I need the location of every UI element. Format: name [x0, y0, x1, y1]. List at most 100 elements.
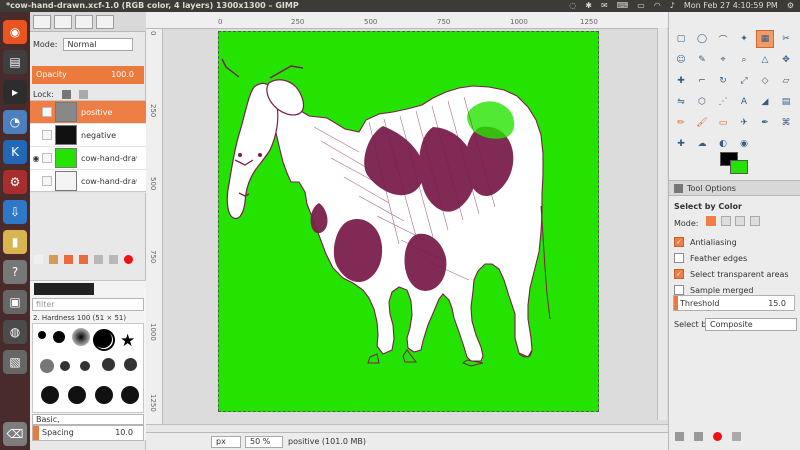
zoom-icon[interactable]: ⌕	[735, 51, 753, 69]
chain-toggle-icon[interactable]	[42, 153, 52, 163]
heal-icon[interactable]: ✚	[672, 135, 690, 153]
clone-icon[interactable]: ⌘	[777, 114, 795, 132]
eraser-icon[interactable]: ▭	[714, 114, 732, 132]
restore-options-icon[interactable]	[694, 432, 703, 441]
mode-select[interactable]: Normal	[62, 37, 133, 51]
mail-icon[interactable]: ✉	[601, 0, 608, 12]
color-picker-icon[interactable]: ⌖	[714, 51, 732, 69]
subtract-mode-icon[interactable]	[735, 216, 746, 226]
lasso-icon[interactable]: ⌒	[714, 30, 732, 48]
brush-preview[interactable]	[60, 361, 70, 371]
antialias-option[interactable]: ✓ Antialiasing	[674, 235, 796, 249]
network-icon[interactable]: ◌	[569, 0, 576, 12]
settings-icon[interactable]: ⚙	[3, 170, 27, 194]
brush-preview[interactable]	[95, 386, 113, 404]
perspective-icon[interactable]: ▱	[777, 72, 795, 90]
rect-select-icon[interactable]: ▢	[672, 30, 690, 48]
layer-group-icon[interactable]	[49, 255, 58, 264]
lock-pixels-icon[interactable]	[61, 89, 71, 99]
ubuntu-logo-icon[interactable]: ◉	[3, 20, 27, 44]
feather-option[interactable]: Feather edges	[674, 251, 796, 265]
layer-row[interactable]: cow-hand-drawn.	[30, 170, 146, 193]
measure-icon[interactable]: △	[756, 51, 774, 69]
chain-toggle-icon[interactable]	[42, 130, 52, 140]
rotate-icon[interactable]: ↻	[714, 72, 732, 90]
layer-row[interactable]: negative	[30, 124, 146, 147]
foreground-select-icon[interactable]: ☺	[672, 51, 690, 69]
blur-icon[interactable]: ◉	[735, 135, 753, 153]
brush-preview[interactable]	[41, 386, 59, 404]
intersect-mode-icon[interactable]	[749, 216, 760, 226]
visibility-toggle-icon[interactable]	[30, 101, 42, 123]
align-icon[interactable]: ✚	[672, 72, 690, 90]
chain-toggle-icon[interactable]	[42, 176, 52, 186]
visibility-toggle-icon[interactable]	[30, 124, 42, 146]
brush-preview[interactable]	[38, 331, 46, 339]
ink-icon[interactable]: ✒	[756, 114, 774, 132]
zoom-select[interactable]: 50 %	[245, 436, 283, 448]
layer-row[interactable]: ◉ cow-hand-drawn.	[30, 147, 146, 170]
antialias-checkbox[interactable]: ✓	[674, 237, 684, 247]
volume-icon[interactable]: ♪	[670, 0, 675, 12]
spacing-slider[interactable]: Spacing 10.0	[32, 425, 144, 441]
brush-preview[interactable]	[121, 386, 139, 404]
scale-icon[interactable]: ⤢	[735, 72, 753, 90]
gradient-icon[interactable]: ▤	[777, 93, 795, 111]
pencil-icon[interactable]: ✏	[672, 114, 690, 132]
bucket-fill-icon[interactable]: ◢	[756, 93, 774, 111]
add-mode-icon[interactable]	[720, 216, 731, 226]
select-by-dropdown[interactable]: Composite	[705, 318, 797, 331]
chain-toggle-icon[interactable]	[42, 107, 52, 117]
kdenlive-icon[interactable]: K	[3, 140, 27, 164]
battery-icon[interactable]: ▭	[637, 0, 645, 12]
brush-tab-icons[interactable]	[34, 283, 94, 295]
tab-paths[interactable]	[75, 15, 93, 29]
keyboard-icon[interactable]: ⌨	[617, 0, 629, 12]
duplicate-layer-icon[interactable]	[94, 255, 103, 264]
notes-icon[interactable]: ▮	[3, 230, 27, 254]
brush-preview[interactable]	[68, 386, 86, 404]
bluetooth-icon[interactable]: ✱	[585, 0, 592, 12]
threshold-slider[interactable]: Threshold 15.0	[673, 295, 795, 311]
sample-merged-checkbox[interactable]	[674, 285, 684, 295]
browser-icon[interactable]: ◔	[3, 110, 27, 134]
tab-history[interactable]	[96, 15, 114, 29]
gear-icon[interactable]: ⚙	[787, 0, 794, 12]
feather-checkbox[interactable]	[674, 253, 684, 263]
brush-preview[interactable]	[124, 358, 137, 371]
transparent-areas-checkbox[interactable]: ✓	[674, 269, 684, 279]
wifi-icon[interactable]: ◠	[654, 0, 661, 12]
background-color[interactable]	[730, 160, 748, 174]
brush-preview[interactable]	[102, 358, 115, 371]
airbrush-icon[interactable]: ✈	[735, 114, 753, 132]
tab-layers[interactable]	[33, 15, 51, 29]
ellipse-select-icon[interactable]: ◯	[693, 30, 711, 48]
tool-options-tab[interactable]: Tool Options	[669, 180, 800, 196]
save-options-icon[interactable]	[675, 432, 684, 441]
opacity-value[interactable]: 100.0	[111, 66, 134, 84]
brush-preset-select[interactable]: Basic,	[32, 414, 144, 425]
terminal-icon[interactable]: ▸	[3, 80, 27, 104]
paintbrush-icon[interactable]: 🖌	[693, 114, 711, 132]
discord-icon[interactable]: ◍	[3, 320, 27, 344]
reset-options-icon[interactable]	[732, 432, 741, 441]
move-icon[interactable]: ✥	[777, 51, 795, 69]
tab-channels[interactable]	[54, 15, 72, 29]
anchor-layer-icon[interactable]	[109, 255, 118, 264]
files-icon[interactable]: ▤	[3, 50, 27, 74]
cage-icon[interactable]: ⬡	[693, 93, 711, 111]
spacing-value[interactable]: 10.0	[115, 428, 133, 437]
star-brush-icon[interactable]: ★	[120, 331, 135, 351]
color-swatches[interactable]	[720, 152, 748, 176]
raise-layer-icon[interactable]	[64, 255, 73, 264]
window-icon[interactable]: ▣	[3, 290, 27, 314]
replace-mode-icon[interactable]	[706, 216, 717, 226]
vertical-scrollbar[interactable]	[657, 28, 667, 420]
clock[interactable]: Mon Feb 27 4:10:59 PM	[684, 0, 778, 12]
delete-options-icon[interactable]	[713, 432, 722, 441]
brush-preview[interactable]	[53, 331, 65, 343]
paths-icon[interactable]: ✎	[693, 51, 711, 69]
scissors-icon[interactable]: ✂	[777, 30, 795, 48]
delete-layer-icon[interactable]	[124, 255, 133, 264]
gimp-icon[interactable]: ▧	[3, 350, 27, 374]
